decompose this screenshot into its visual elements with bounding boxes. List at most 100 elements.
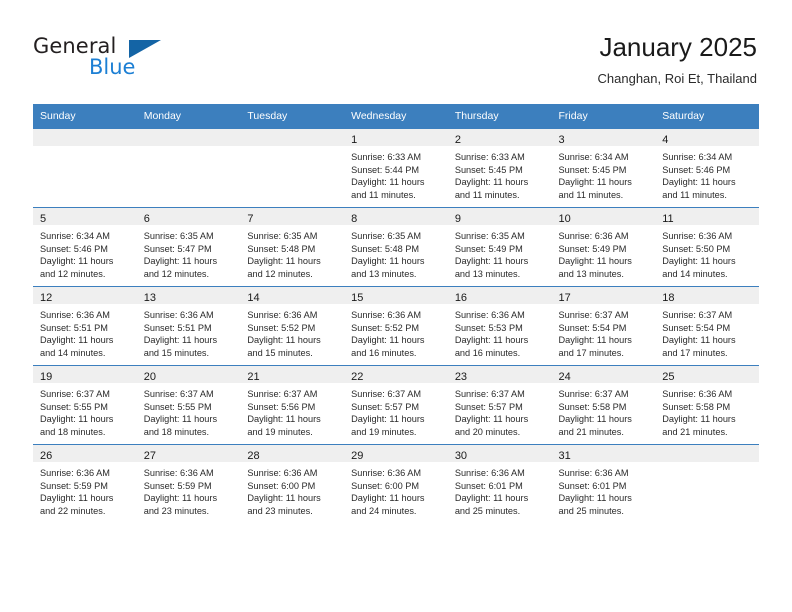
- weekday-header-tuesday: Tuesday: [240, 104, 345, 129]
- sunrise-time: Sunrise: 6:36 AM: [40, 468, 110, 478]
- calendar-day-cell[interactable]: 26 Sunrise: 6:36 AM Sunset: 5:59 PM Dayligh…: [33, 444, 137, 523]
- sunrise-time: Sunrise: 6:34 AM: [40, 231, 110, 241]
- calendar-day-cell[interactable]: 6 Sunrise: 6:35 AM Sunset: 5:47 PM Daylight…: [136, 207, 241, 287]
- calendar-day-cell[interactable]: [240, 128, 345, 208]
- day-number: 17: [558, 292, 571, 304]
- sunset-time: Sunset: 5:44 PM: [351, 164, 420, 175]
- day-cell-inner: 11 Sunrise: 6:36 AM Sunset: 5:50 PM Dayligh…: [655, 208, 759, 286]
- calendar-day-cell[interactable]: [136, 128, 241, 208]
- day-number: 26: [40, 450, 53, 462]
- daylight-duration-line2: and 14 minutes.: [662, 268, 728, 279]
- daylight-duration-line2: and 15 minutes.: [143, 347, 210, 358]
- sunrise-time: Sunrise: 6:33 AM: [454, 152, 525, 162]
- calendar-day-cell[interactable]: 11 Sunrise: 6:36 AM Sunset: 5:50 PM Dayligh…: [655, 207, 759, 287]
- day-number-band: 12: [33, 287, 137, 304]
- day-details: Sunrise: 6:36 AM Sunset: 6:01 PM Daylight:…: [448, 462, 552, 517]
- day-details: Sunrise: 6:36 AM Sunset: 5:52 PM Daylight:…: [240, 304, 344, 359]
- calendar-day-cell[interactable]: 31 Sunrise: 6:36 AM Sunset: 6:01 PM Dayligh…: [551, 444, 656, 523]
- daylight-duration-line2: and 11 minutes.: [454, 189, 520, 200]
- calendar-page: General Blue January 2025 Changhan, Roi …: [0, 0, 792, 612]
- calendar-day-cell[interactable]: 3 Sunrise: 6:34 AM Sunset: 5:45 PM Daylight…: [551, 128, 656, 208]
- page-header: General Blue January 2025 Changhan, Roi …: [0, 0, 792, 104]
- brand-name-blue: Blue: [89, 55, 136, 79]
- calendar-day-cell[interactable]: 13 Sunrise: 6:36 AM Sunset: 5:51 PM Dayligh…: [136, 286, 241, 366]
- day-cell-inner: 23 Sunrise: 6:37 AM Sunset: 5:57 PM Dayligh…: [447, 366, 552, 444]
- calendar-day-cell[interactable]: 24 Sunrise: 6:37 AM Sunset: 5:58 PM Dayligh…: [551, 365, 656, 445]
- calendar-day-cell[interactable]: 9 Sunrise: 6:35 AM Sunset: 5:49 PM Daylight…: [447, 207, 552, 287]
- daylight-duration-line1: Daylight: 11 hours: [351, 414, 425, 425]
- calendar-day-cell[interactable]: 8 Sunrise: 6:35 AM Sunset: 5:48 PM Daylight…: [344, 207, 448, 287]
- sunset-time: Sunset: 5:55 PM: [40, 401, 108, 412]
- calendar-day-cell[interactable]: 29 Sunrise: 6:36 AM Sunset: 6:00 PM Dayligh…: [344, 444, 448, 523]
- calendar-day-cell[interactable]: 18 Sunrise: 6:37 AM Sunset: 5:54 PM Dayligh…: [655, 286, 759, 366]
- day-details: Sunrise: 6:37 AM Sunset: 5:58 PM Daylight:…: [552, 383, 656, 438]
- calendar-day-cell[interactable]: 19 Sunrise: 6:37 AM Sunset: 5:55 PM Dayligh…: [33, 365, 137, 445]
- day-number: 1: [351, 134, 358, 146]
- daylight-duration-line2: and 24 minutes.: [351, 505, 417, 516]
- day-cell-inner: 15 Sunrise: 6:36 AM Sunset: 5:52 PM Dayligh…: [344, 287, 448, 365]
- sunrise-time: Sunrise: 6:37 AM: [662, 310, 733, 320]
- sunrise-time: Sunrise: 6:37 AM: [558, 389, 629, 399]
- day-details: Sunrise: 6:37 AM Sunset: 5:56 PM Daylight:…: [240, 383, 344, 438]
- calendar-day-cell[interactable]: 4 Sunrise: 6:34 AM Sunset: 5:46 PM Daylight…: [655, 128, 759, 208]
- day-number-band: 31: [551, 445, 656, 462]
- day-number-band: 1: [344, 129, 448, 146]
- day-cell-inner: 2 Sunrise: 6:33 AM Sunset: 5:45 PM Daylight…: [447, 129, 552, 207]
- calendar-day-cell[interactable]: 28 Sunrise: 6:36 AM Sunset: 6:00 PM Dayligh…: [240, 444, 345, 523]
- daylight-duration-line1: Daylight: 11 hours: [454, 493, 529, 504]
- sunrise-time: Sunrise: 6:37 AM: [454, 389, 525, 399]
- day-details: Sunrise: 6:33 AM Sunset: 5:44 PM Daylight:…: [344, 146, 448, 201]
- calendar-day-cell[interactable]: [655, 444, 759, 523]
- calendar-day-cell[interactable]: 2 Sunrise: 6:33 AM Sunset: 5:45 PM Daylight…: [447, 128, 552, 208]
- day-cell-inner: 31 Sunrise: 6:36 AM Sunset: 6:01 PM Dayligh…: [551, 445, 656, 523]
- day-number: 12: [40, 292, 53, 304]
- day-details: Sunrise: 6:37 AM Sunset: 5:55 PM Daylight:…: [33, 383, 137, 438]
- calendar-day-cell[interactable]: 7 Sunrise: 6:35 AM Sunset: 5:48 PM Daylight…: [240, 207, 345, 287]
- day-number: 15: [351, 292, 364, 304]
- sunrise-time: Sunrise: 6:36 AM: [351, 310, 422, 320]
- sunset-time: Sunset: 5:54 PM: [662, 322, 731, 333]
- sunrise-time: Sunrise: 6:36 AM: [247, 310, 318, 320]
- day-cell-inner: 13 Sunrise: 6:36 AM Sunset: 5:51 PM Dayligh…: [136, 287, 241, 365]
- calendar-day-cell[interactable]: 20 Sunrise: 6:37 AM Sunset: 5:55 PM Dayligh…: [136, 365, 241, 445]
- daylight-duration-line1: Daylight: 11 hours: [351, 256, 425, 267]
- title-block: January 2025 Changhan, Roi Et, Thailand: [598, 32, 757, 87]
- calendar-day-cell[interactable]: 17 Sunrise: 6:37 AM Sunset: 5:54 PM Dayligh…: [551, 286, 656, 366]
- calendar-day-cell[interactable]: 30 Sunrise: 6:36 AM Sunset: 6:01 PM Dayligh…: [447, 444, 552, 523]
- sunset-time: Sunset: 5:59 PM: [143, 480, 212, 491]
- daylight-duration-line1: Daylight: 11 hours: [351, 177, 425, 188]
- day-number-band: 30: [447, 445, 552, 462]
- calendar-day-cell[interactable]: 25 Sunrise: 6:36 AM Sunset: 5:58 PM Dayligh…: [655, 365, 759, 445]
- daylight-duration-line1: Daylight: 11 hours: [662, 256, 736, 267]
- daylight-duration-line2: and 25 minutes.: [454, 505, 521, 516]
- daylight-duration-line1: Daylight: 11 hours: [558, 493, 632, 504]
- sunrise-time: Sunrise: 6:34 AM: [662, 152, 733, 162]
- sunrise-time: Sunrise: 6:36 AM: [454, 310, 525, 320]
- daylight-duration-line1: Daylight: 11 hours: [247, 335, 321, 346]
- calendar-day-cell[interactable]: 12 Sunrise: 6:36 AM Sunset: 5:51 PM Dayligh…: [33, 286, 137, 366]
- day-cell-inner: 16 Sunrise: 6:36 AM Sunset: 5:53 PM Dayligh…: [447, 287, 552, 365]
- sunset-time: Sunset: 5:51 PM: [143, 322, 212, 333]
- day-number: 18: [662, 292, 675, 304]
- calendar-day-cell[interactable]: 16 Sunrise: 6:36 AM Sunset: 5:53 PM Dayligh…: [447, 286, 552, 366]
- calendar-week-row: 19 Sunrise: 6:37 AM Sunset: 5:55 PM Dayligh…: [33, 365, 759, 445]
- day-details: Sunrise: 6:36 AM Sunset: 5:58 PM Daylight:…: [655, 383, 759, 438]
- day-details: Sunrise: 6:37 AM Sunset: 5:54 PM Daylight:…: [552, 304, 656, 359]
- sunset-time: Sunset: 5:53 PM: [454, 322, 523, 333]
- calendar-day-cell[interactable]: 27 Sunrise: 6:36 AM Sunset: 5:59 PM Dayligh…: [136, 444, 241, 523]
- day-details: [655, 462, 759, 467]
- calendar-day-cell[interactable]: 23 Sunrise: 6:37 AM Sunset: 5:57 PM Dayligh…: [447, 365, 552, 445]
- calendar-day-cell[interactable]: 5 Sunrise: 6:34 AM Sunset: 5:46 PM Daylight…: [33, 207, 137, 287]
- calendar-day-cell[interactable]: 10 Sunrise: 6:36 AM Sunset: 5:49 PM Dayligh…: [551, 207, 656, 287]
- day-details: Sunrise: 6:36 AM Sunset: 5:51 PM Daylight:…: [33, 304, 137, 359]
- daylight-duration-line1: Daylight: 11 hours: [247, 493, 321, 504]
- calendar-day-cell[interactable]: 15 Sunrise: 6:36 AM Sunset: 5:52 PM Dayligh…: [344, 286, 448, 366]
- calendar-day-cell[interactable]: 1 Sunrise: 6:33 AM Sunset: 5:44 PM Daylight…: [344, 128, 448, 208]
- calendar-day-cell[interactable]: [33, 128, 137, 208]
- calendar-day-cell[interactable]: 21 Sunrise: 6:37 AM Sunset: 5:56 PM Dayligh…: [240, 365, 345, 445]
- day-details: Sunrise: 6:34 AM Sunset: 5:46 PM Daylight:…: [33, 225, 137, 280]
- calendar-day-cell[interactable]: 22 Sunrise: 6:37 AM Sunset: 5:57 PM Dayligh…: [344, 365, 448, 445]
- day-number: 8: [351, 213, 358, 225]
- brand-logo[interactable]: General Blue: [33, 34, 213, 86]
- calendar-day-cell[interactable]: 14 Sunrise: 6:36 AM Sunset: 5:52 PM Dayligh…: [240, 286, 345, 366]
